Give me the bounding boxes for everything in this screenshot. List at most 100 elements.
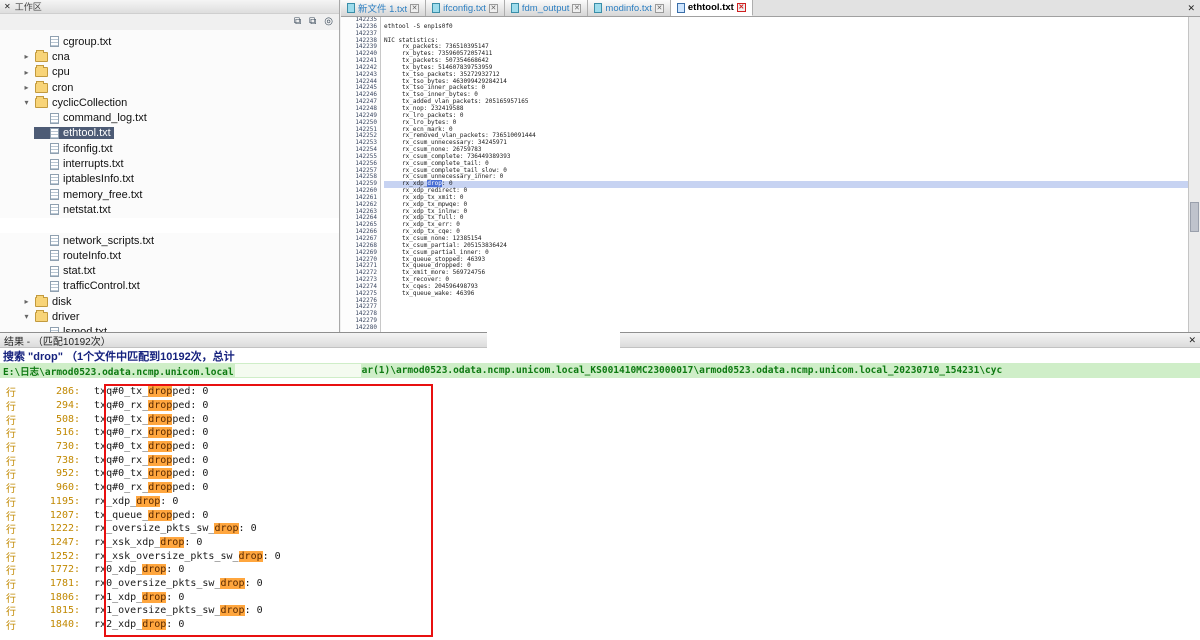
match-highlight: drop xyxy=(148,455,172,466)
tree-file-item[interactable]: lsmod.txt xyxy=(0,325,339,332)
tab-fdm-output[interactable]: fdm_output✕ xyxy=(505,0,589,16)
tab-modinfo-txt[interactable]: modinfo.txt✕ xyxy=(588,0,670,16)
tree-folder-item[interactable]: ▸ disk xyxy=(0,294,339,309)
chevron-right-icon[interactable]: ▸ xyxy=(22,83,31,92)
tree-file-item[interactable]: routeInfo.txt xyxy=(0,248,339,263)
tree-file-item[interactable]: iptablesInfo.txt xyxy=(0,172,339,187)
tab-ethtool-txt[interactable]: ethtool.txt✕ xyxy=(671,0,753,16)
result-line-number: 1840 xyxy=(16,619,74,630)
editor-line: rx_csum_complete_tail_slow: 0 xyxy=(384,168,1188,175)
chevron-right-icon[interactable]: ▸ xyxy=(22,297,31,306)
search-result-row[interactable]: 行1252:rx_xsk_oversize_pkts_sw_drop: 0 xyxy=(0,549,1200,563)
folder-icon xyxy=(35,297,48,307)
tab-close-icon[interactable]: ✕ xyxy=(489,4,498,13)
tab--1-txt[interactable]: 新文件 1.txt✕ xyxy=(341,0,426,16)
result-match-text: rx_xdp_drop: 0 xyxy=(80,496,178,507)
tree-file-item[interactable]: stat.txt xyxy=(0,263,339,278)
search-result-row[interactable]: 行1207:tx_queue_dropped: 0 xyxy=(0,508,1200,522)
chevron-right-icon[interactable]: ▸ xyxy=(22,52,31,61)
tree-item-label: disk xyxy=(52,296,72,308)
tab-close-icon[interactable]: ✕ xyxy=(737,3,746,12)
tree-item-content: ethtool.txt xyxy=(34,127,114,139)
search-result-row[interactable]: 行1781:rx0_oversize_pkts_sw_drop: 0 xyxy=(0,577,1200,591)
editor-line xyxy=(384,298,1188,305)
match-highlight: drop xyxy=(220,578,244,589)
tree-folder-item[interactable]: ▸cna xyxy=(0,49,339,64)
search-result-row[interactable]: 行1195:rx_xdp_drop: 0 xyxy=(0,495,1200,509)
tab-close-icon[interactable]: ✕ xyxy=(655,4,664,13)
search-result-row[interactable]: 行738:txq#0_rx_dropped: 0 xyxy=(0,453,1200,467)
tree-item-label: driver xyxy=(52,311,80,323)
editor-vscrollbar[interactable] xyxy=(1188,17,1200,332)
results-close-icon[interactable]: ✕ xyxy=(1188,335,1196,346)
result-file-path[interactable]: E:\日志\armod0523.odata.ncmp.unicom.local … xyxy=(0,363,1200,378)
results-title: 结果 - （匹配10192次） xyxy=(4,333,111,348)
tree-item-label: cyclicCollection xyxy=(52,97,127,109)
search-result-row[interactable]: 行516:txq#0_rx_dropped: 0 xyxy=(0,426,1200,440)
search-result-row[interactable]: 行1247:rx_xsk_xdp_drop: 0 xyxy=(0,536,1200,550)
workspace-toolbar: ⧉ ⧉ ◎ xyxy=(0,14,339,30)
editor-line: rx_csum_unnecessary: 34245971 xyxy=(384,140,1188,147)
editor-line: rx_lro_bytes: 0 xyxy=(384,120,1188,127)
tree-item-label: network_scripts.txt xyxy=(63,235,154,247)
search-result-row[interactable]: 行952:txq#0_tx_dropped: 0 xyxy=(0,467,1200,481)
editor-line: tx_recover: 0 xyxy=(384,277,1188,284)
tree-file-item[interactable]: cgroup.txt xyxy=(0,34,339,49)
path-right: ar(1)\armod0523.odata.ncmp.unicom.local_… xyxy=(362,365,1003,376)
line-number-gutter: 1422351422361422371422381422391422401422… xyxy=(341,17,381,332)
search-result-row[interactable]: 行1772:rx0_xdp_drop: 0 xyxy=(0,563,1200,577)
result-match-text: txq#0_rx_dropped: 0 xyxy=(80,400,208,411)
chevron-down-icon[interactable]: ▾ xyxy=(22,98,31,107)
tree-file-item[interactable]: interrupts.txt xyxy=(0,156,339,171)
expand-all-icon[interactable]: ⧉ xyxy=(309,17,316,27)
result-match-text: txq#0_rx_dropped: 0 xyxy=(80,482,208,493)
result-line-number: 294 xyxy=(16,400,74,411)
search-result-row[interactable]: 行286:txq#0_tx_dropped: 0 xyxy=(0,385,1200,399)
chevron-right-icon[interactable]: ▸ xyxy=(22,68,31,77)
collapse-all-icon[interactable]: ⧉ xyxy=(294,17,301,27)
tree-item-content: trafficControl.txt xyxy=(34,280,143,292)
editor-line: tx_csum_partial_inner: 0 xyxy=(384,250,1188,257)
scrollbar-thumb[interactable] xyxy=(1190,202,1199,232)
editor-line: rx_xdp_redirect: 0 xyxy=(384,188,1188,195)
editor-line: rx_csum_unnecessary_inner: 0 xyxy=(384,174,1188,181)
tree-folder-item[interactable]: ▸cron xyxy=(0,80,339,95)
locate-file-icon[interactable]: ◎ xyxy=(324,17,333,27)
tab-close-icon[interactable]: ✕ xyxy=(572,4,581,13)
tree-folder-item[interactable]: ▾ cyclicCollection xyxy=(0,95,339,110)
tabbar-close-icon[interactable]: ✕ xyxy=(1182,3,1200,14)
tree-file-item[interactable]: memory_free.txt xyxy=(0,187,339,202)
tree-folder-item[interactable]: ▸cpu xyxy=(0,65,339,80)
search-result-row[interactable]: 行1815:rx1_oversize_pkts_sw_drop: 0 xyxy=(0,604,1200,618)
tab-label: fdm_output xyxy=(522,3,570,14)
result-line-number: 516 xyxy=(16,427,74,438)
document-icon xyxy=(432,3,440,13)
search-result-row[interactable]: 行1840:rx2_xdp_drop: 0 xyxy=(0,618,1200,632)
editor[interactable]: 1422351422361422371422381422391422401422… xyxy=(341,17,1188,332)
tree-file-item[interactable]: ethtool.txt xyxy=(0,126,339,141)
tree-file-item[interactable]: ifconfig.txt xyxy=(0,141,339,156)
match-highlight: drop xyxy=(142,592,166,603)
workspace-close-icon[interactable]: ✕ xyxy=(4,2,11,11)
editor-line: tx_queue_dropped: 0 xyxy=(384,263,1188,270)
tab-close-icon[interactable]: ✕ xyxy=(410,4,419,13)
tree-file-item[interactable]: trafficControl.txt xyxy=(0,279,339,294)
result-match-text: rx1_oversize_pkts_sw_drop: 0 xyxy=(80,605,263,616)
tree-file-item[interactable]: command_log.txt xyxy=(0,110,339,125)
search-result-row[interactable]: 行1222:rx_oversize_pkts_sw_drop: 0 xyxy=(0,522,1200,536)
search-result-row[interactable]: 行960:txq#0_rx_dropped: 0 xyxy=(0,481,1200,495)
tree-file-item[interactable]: netstat.txt xyxy=(0,202,339,217)
search-result-row[interactable]: 行508:txq#0_tx_dropped: 0 xyxy=(0,412,1200,426)
tree-folder-item[interactable]: ▾ driver xyxy=(0,309,339,324)
search-result-row[interactable]: 行1806:rx1_xdp_drop: 0 xyxy=(0,590,1200,604)
tab-ifconfig-txt[interactable]: ifconfig.txt✕ xyxy=(426,0,505,16)
editor-line: rx_lro_packets: 0 xyxy=(384,113,1188,120)
search-result-row[interactable]: 行730:txq#0_tx_dropped: 0 xyxy=(0,440,1200,454)
tree-file-item[interactable]: network_scripts.txt xyxy=(0,233,339,248)
search-result-row[interactable]: 行294:txq#0_rx_dropped: 0 xyxy=(0,399,1200,413)
tree-item-content: ▾ driver xyxy=(19,311,83,323)
chevron-down-icon[interactable]: ▾ xyxy=(22,312,31,321)
match-highlight: drop xyxy=(142,619,166,630)
editor-code[interactable]: ethtool -S enp1s0f0NIC statistics: rx_pa… xyxy=(381,17,1188,332)
folder-icon xyxy=(35,83,48,93)
